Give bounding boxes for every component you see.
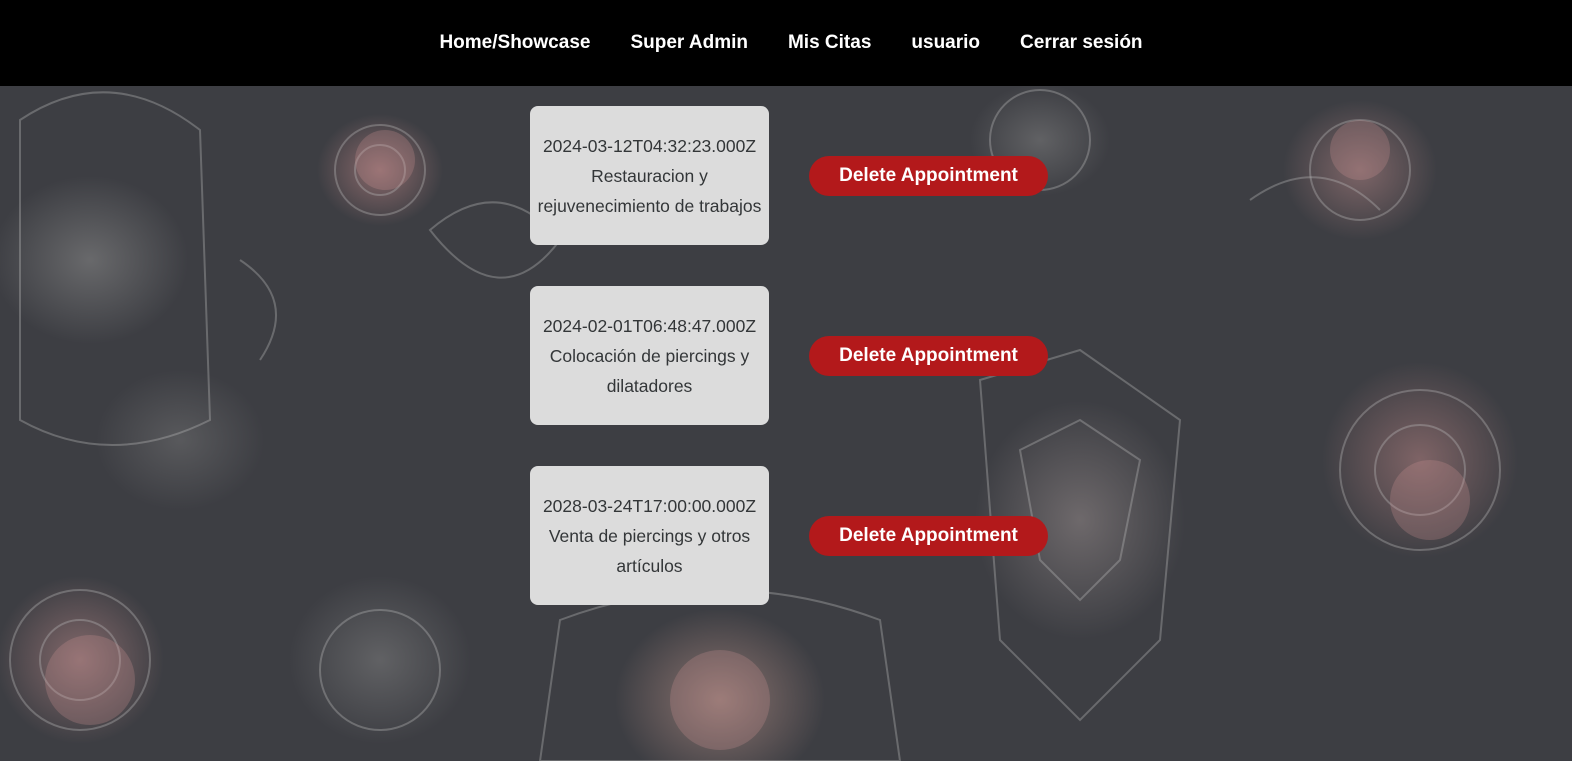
appointment-service: Venta de piercings y otros artículos	[548, 525, 751, 576]
delete-appointment-button[interactable]: Delete Appointment	[809, 336, 1048, 376]
appointment-row: 2024-03-12T04:32:23.000Z Restauracion y …	[530, 106, 1070, 245]
appointment-date: 2024-02-01T06:48:47.000Z	[542, 315, 757, 336]
appointment-row: 2028-03-24T17:00:00.000Z Venta de pierci…	[530, 466, 1070, 605]
appointment-card: 2024-03-12T04:32:23.000Z Restauracion y …	[530, 106, 769, 245]
top-navbar: Home/Showcase Super Admin Mis Citas usua…	[0, 0, 1572, 86]
appointment-row: 2024-02-01T06:48:47.000Z Colocación de p…	[530, 286, 1070, 425]
appointment-card: 2024-02-01T06:48:47.000Z Colocación de p…	[530, 286, 769, 425]
appointment-service: Colocación de piercings y dilatadores	[549, 345, 750, 396]
appointment-date: 2028-03-24T17:00:00.000Z	[542, 495, 757, 516]
nav-mis-citas[interactable]: Mis Citas	[768, 32, 891, 54]
nav-home-showcase[interactable]: Home/Showcase	[419, 32, 610, 54]
delete-appointment-button[interactable]: Delete Appointment	[809, 516, 1048, 556]
appointments-list: 2024-03-12T04:32:23.000Z Restauracion y …	[530, 106, 1070, 646]
appointment-card: 2028-03-24T17:00:00.000Z Venta de pierci…	[530, 466, 769, 605]
appointment-date: 2024-03-12T04:32:23.000Z	[542, 135, 757, 156]
delete-appointment-button[interactable]: Delete Appointment	[809, 156, 1048, 196]
nav-super-admin[interactable]: Super Admin	[610, 32, 768, 54]
nav-cerrar-sesion[interactable]: Cerrar sesión	[1000, 32, 1163, 54]
nav-usuario[interactable]: usuario	[891, 32, 1000, 54]
nav-links: Home/Showcase Super Admin Mis Citas usua…	[419, 32, 1162, 54]
appointment-service: Restauracion y rejuvenecimiento de traba…	[537, 165, 762, 216]
